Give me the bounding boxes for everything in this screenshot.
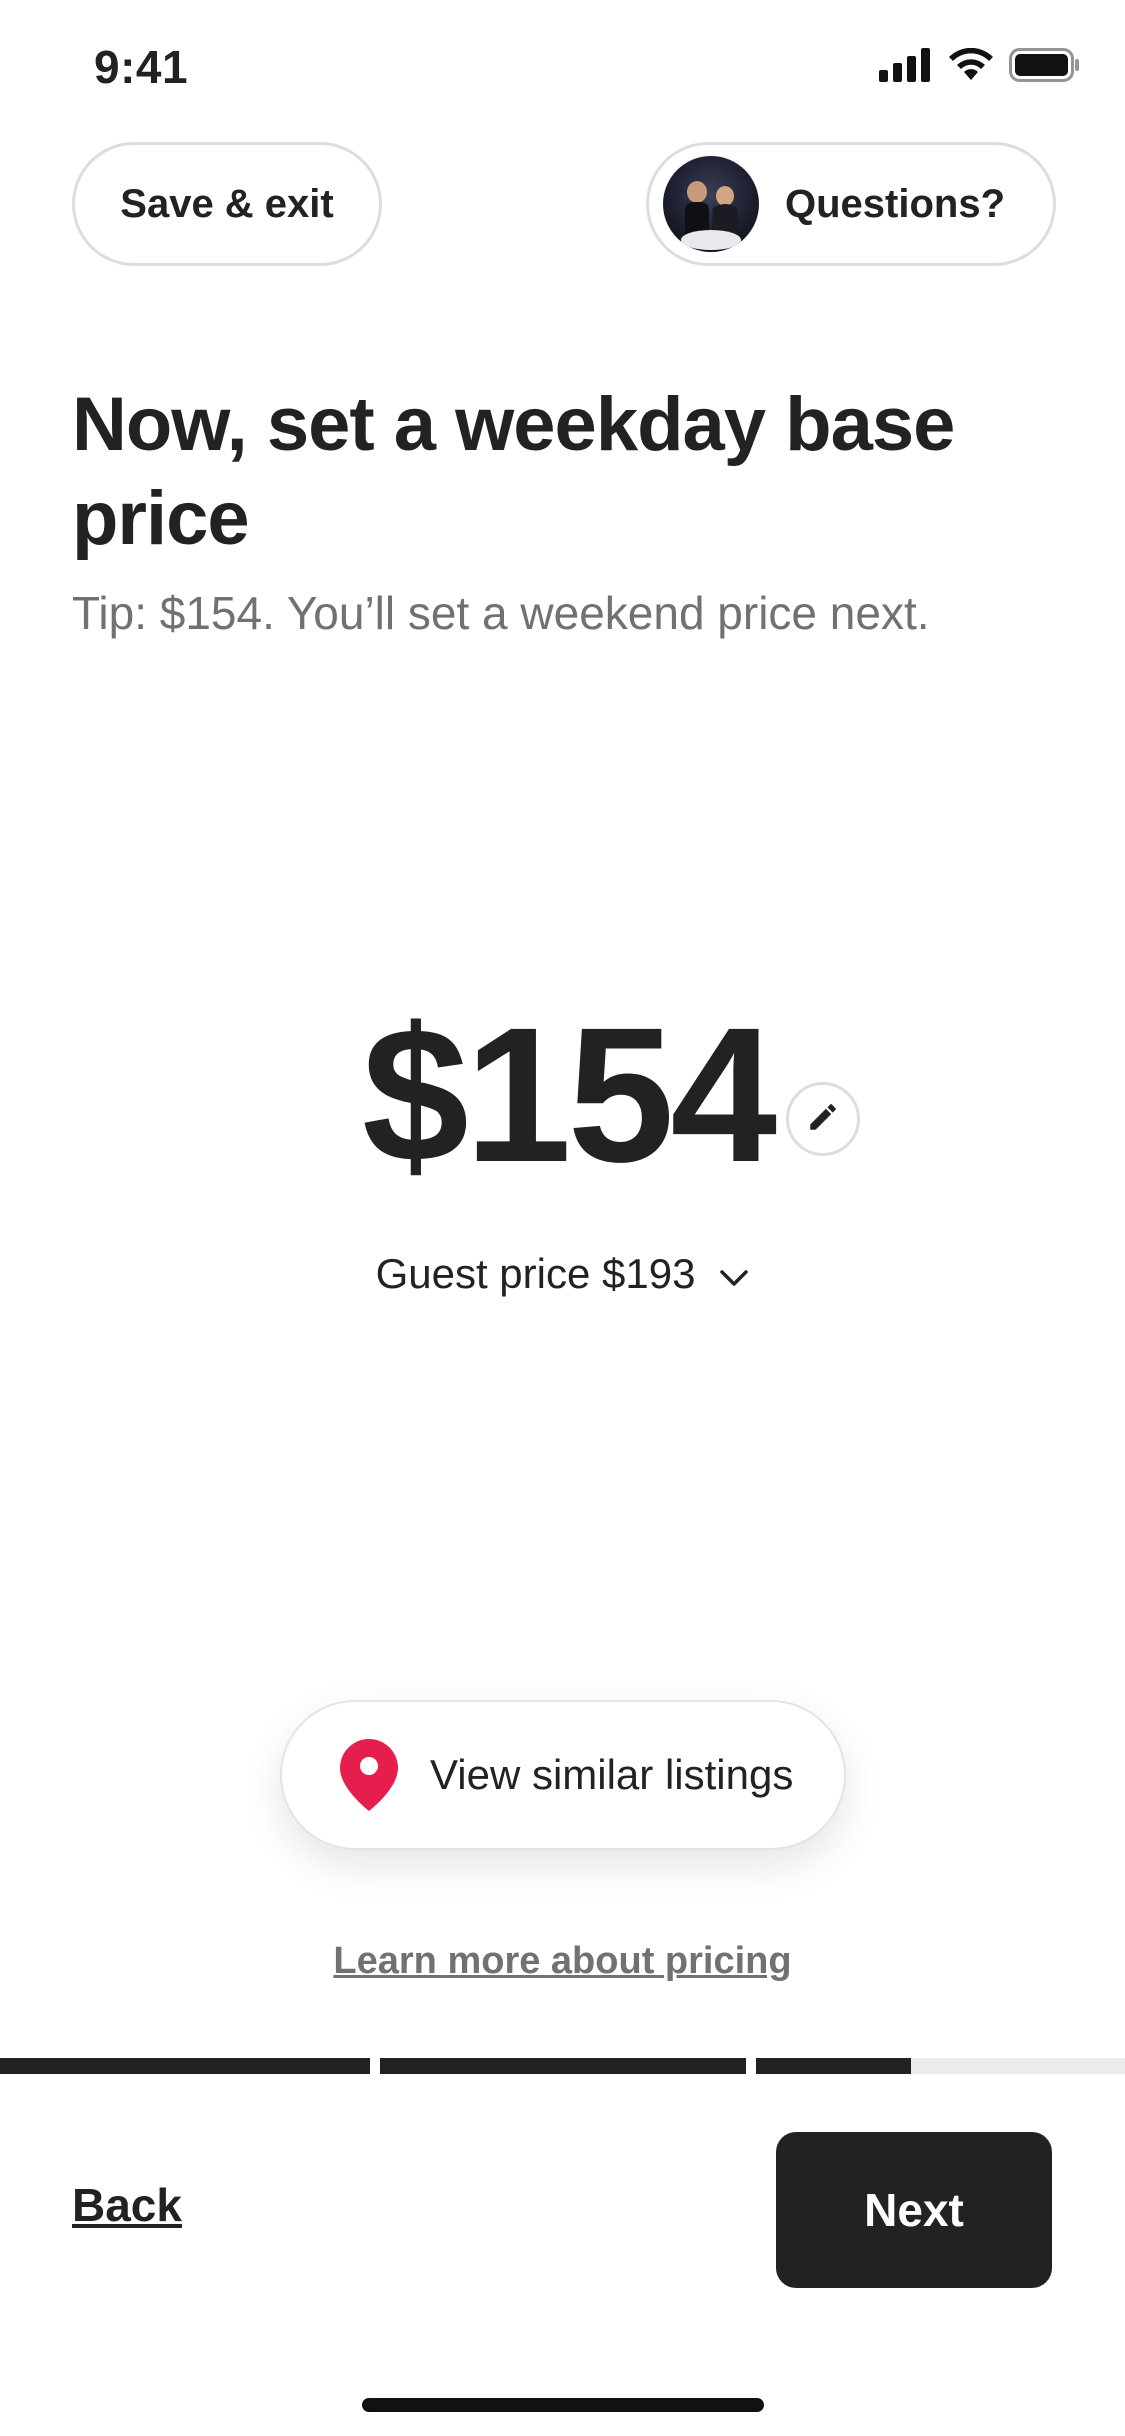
progress-bar xyxy=(0,2058,1125,2074)
price-display: $154 xyxy=(0,990,1125,1200)
save-exit-button[interactable]: Save & exit xyxy=(72,142,382,266)
signal-icon xyxy=(879,48,933,87)
pencil-icon xyxy=(806,1100,840,1139)
wifi-icon xyxy=(947,47,995,87)
status-icons xyxy=(879,47,1081,87)
next-button[interactable]: Next xyxy=(776,2132,1052,2288)
questions-label: Questions? xyxy=(785,181,1006,226)
guest-price-toggle[interactable]: Guest price $193 xyxy=(0,1250,1125,1298)
next-label: Next xyxy=(864,2184,964,2236)
guest-price-label: Guest price $193 xyxy=(375,1250,696,1297)
page-title: Now, set a weekday base price xyxy=(72,382,955,561)
learn-more-pricing-link[interactable]: Learn more about pricing xyxy=(0,1940,1125,1983)
status-time: 9:41 xyxy=(94,41,189,93)
back-button[interactable]: Back xyxy=(72,2178,182,2232)
similar-listings-label: View similar listings xyxy=(430,1751,794,1798)
home-indicator xyxy=(362,2398,764,2412)
progress-segment-1 xyxy=(0,2058,370,2074)
status-bar: 9:41 xyxy=(0,0,1125,140)
chevron-down-icon xyxy=(719,1250,749,1298)
price-tip: Tip: $154. You’ll set a weekend price ne… xyxy=(72,587,930,639)
map-pin-icon xyxy=(340,1739,398,1811)
base-price-value[interactable]: $154 xyxy=(362,990,777,1200)
battery-icon xyxy=(1009,48,1081,87)
view-similar-listings-button[interactable]: View similar listings xyxy=(280,1700,846,1850)
progress-segment-2 xyxy=(380,2058,746,2074)
save-exit-label: Save & exit xyxy=(120,181,334,226)
footer: Back Next xyxy=(0,2074,1125,2436)
host-avatar xyxy=(663,156,759,252)
edit-price-button[interactable] xyxy=(786,1082,860,1156)
progress-segment-3 xyxy=(756,2058,1125,2074)
questions-button[interactable]: Questions? xyxy=(646,142,1056,266)
